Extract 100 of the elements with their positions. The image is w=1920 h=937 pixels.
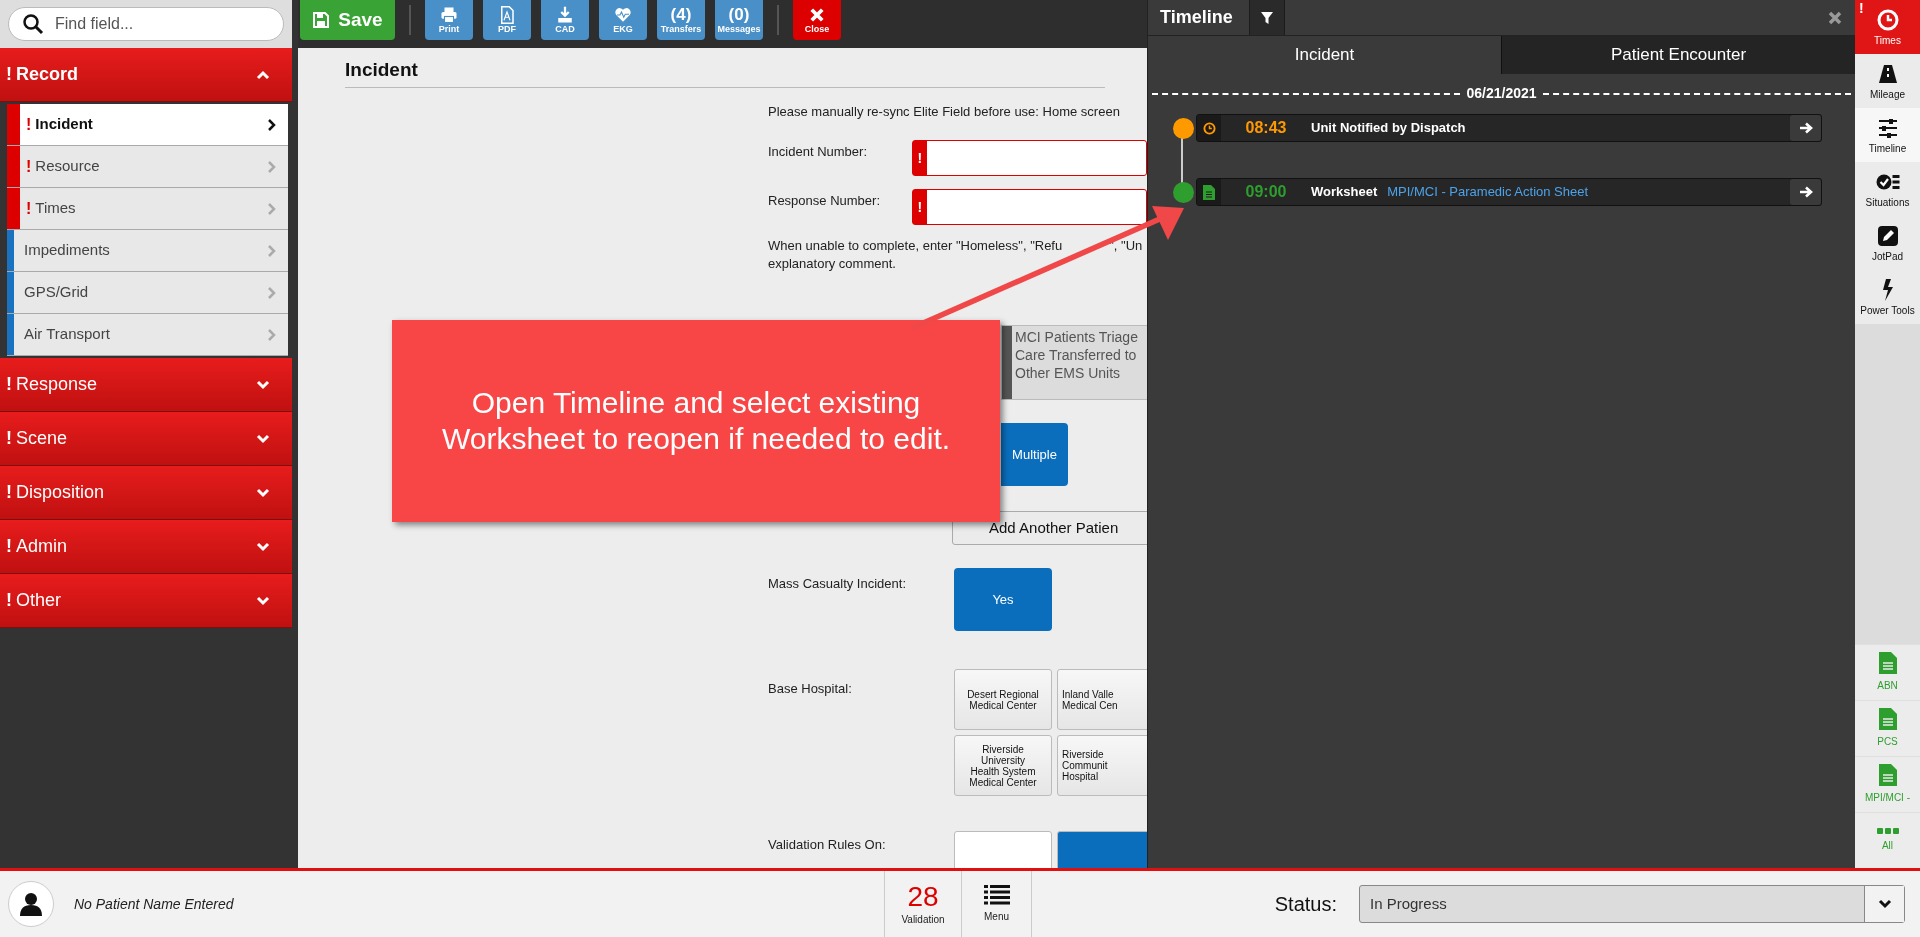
- section-header[interactable]: ! Admin: [0, 520, 292, 574]
- document-label: ABN: [1877, 679, 1898, 693]
- status-label: Status:: [1274, 892, 1337, 917]
- document-label: All: [1881, 839, 1894, 853]
- section-label: Disposition: [16, 481, 105, 504]
- button-label: EKG: [613, 23, 633, 35]
- status-dropdown[interactable]: In Progress: [1359, 885, 1905, 923]
- tool-label: Timeline: [1868, 143, 1907, 154]
- alert-mark: !: [1859, 1, 1864, 15]
- alert-mark: !: [26, 114, 32, 135]
- tool-button[interactable]: Power Tools: [1855, 270, 1920, 324]
- nav-item[interactable]: ! Incident: [7, 104, 288, 146]
- menu-button[interactable]: Menu: [962, 871, 1032, 937]
- text-field[interactable]: !: [911, 140, 1147, 176]
- option-button[interactable]: MCI Patients Triage Care Transferred to Other EMS Units: [1001, 325, 1147, 400]
- tool-button[interactable]: Mileage: [1855, 54, 1920, 108]
- nav-label: GPS/Grid: [24, 282, 90, 303]
- hint-text: When unable to complete, enter "Homeless", "Refu: [768, 237, 1063, 255]
- nav-label: Air Transport: [24, 324, 111, 345]
- text-field[interactable]: !: [911, 189, 1147, 225]
- entry-label: Unit Notified by Dispatch: [1311, 119, 1466, 138]
- nav-item[interactable]: GPS/Grid: [7, 272, 288, 314]
- button-label: Print: [438, 23, 460, 35]
- menu-label: Menu: [984, 909, 1009, 924]
- section-header[interactable]: ! Response: [0, 358, 292, 412]
- alert-mark: !: [6, 427, 12, 450]
- save-button[interactable]: Save: [300, 0, 395, 40]
- tab[interactable]: Patient Encounter: [1501, 36, 1855, 74]
- validation-label: Validation: [901, 912, 945, 927]
- button-label: PDF: [498, 23, 516, 35]
- section-label: Other: [16, 589, 62, 612]
- toolbar-button[interactable]: Close: [793, 0, 841, 40]
- field-label: Mass Casualty Incident:: [768, 575, 907, 593]
- tool-button[interactable]: Situations: [1855, 162, 1920, 216]
- tool-button[interactable]: Timeline: [1855, 108, 1920, 162]
- field-label: Validation Rules On:: [768, 836, 887, 854]
- section-header[interactable]: ! Scene: [0, 412, 292, 466]
- section-label: Record: [16, 63, 78, 86]
- section-label: Admin: [16, 535, 68, 558]
- document-button[interactable]: MPI/MCI -: [1855, 756, 1920, 812]
- button-label: Messages: [717, 23, 761, 35]
- toolbar-button[interactable]: Print: [425, 0, 473, 40]
- validation-button[interactable]: 28 Validation: [884, 871, 962, 937]
- notice-text: Please manually re-sync Elite Field before use: Home screen: [768, 102, 1121, 121]
- tool-button[interactable]: JotPad: [1855, 216, 1920, 270]
- toolbar-button[interactable]: EKG: [599, 0, 647, 40]
- nav-label: Times: [35, 198, 77, 219]
- alert-mark: !: [26, 156, 32, 177]
- nav-label: Resource: [35, 156, 101, 177]
- tool-button[interactable]: ! Times: [1855, 0, 1920, 54]
- multiple-button[interactable]: Multiple: [1001, 423, 1068, 486]
- callout: Open Timeline and select existing Worksheet to reopen if needed to edit.: [392, 320, 1000, 522]
- section-header[interactable]: ! Other: [0, 574, 292, 628]
- nav-item[interactable]: ! Resource: [7, 146, 288, 188]
- tool-label: JotPad: [1871, 251, 1904, 262]
- document-button[interactable]: PCS: [1855, 700, 1920, 756]
- tab[interactable]: Incident: [1148, 36, 1501, 74]
- time-label: 09:00: [1244, 182, 1288, 202]
- count-label: (4): [670, 5, 692, 24]
- nav-item[interactable]: ! Times: [7, 188, 288, 230]
- button-label: Transfers: [660, 23, 702, 35]
- alert-mark: !: [6, 373, 12, 396]
- alert-mark: !: [26, 198, 32, 219]
- nav-item[interactable]: Impediments: [7, 230, 288, 272]
- tool-label: Situations: [1865, 197, 1910, 208]
- toolbar-button[interactable]: CAD: [541, 0, 589, 40]
- tool-label: Mileage: [1870, 89, 1905, 100]
- search-field[interactable]: Find field...: [8, 7, 284, 41]
- option-button[interactable]: Riverside University Health System Medical Center: [954, 735, 1052, 796]
- hint-text: explanatory comment.: [768, 255, 896, 273]
- field-label: Response Number:: [768, 192, 881, 210]
- button-label: CAD: [555, 23, 575, 35]
- worksheet-link[interactable]: MPI/MCI - Paramedic Action Sheet: [1387, 182, 1589, 202]
- date-label: 06/21/2021: [1466, 84, 1537, 103]
- toolbar-button[interactable]: (0) Messages: [715, 0, 763, 40]
- section-header[interactable]: ! Record: [0, 48, 292, 102]
- alert-mark: !: [6, 589, 12, 612]
- count-label: (0): [728, 5, 750, 24]
- nav-item[interactable]: Air Transport: [7, 314, 288, 356]
- validation-count: 28: [907, 881, 939, 912]
- option-button[interactable]: Riverside Communit Hospital: [1057, 735, 1147, 796]
- alert-mark: !: [6, 535, 12, 558]
- alert-mark: !: [6, 63, 12, 86]
- section-header[interactable]: ! Disposition: [0, 466, 292, 520]
- time-label: 08:43: [1244, 118, 1288, 138]
- tool-label: Power Tools: [1860, 305, 1915, 316]
- section-label: Response: [16, 373, 98, 396]
- toolbar-button[interactable]: (4) Transfers: [657, 0, 705, 40]
- option-button[interactable]: Yes: [954, 568, 1052, 631]
- document-button[interactable]: ABN: [1855, 644, 1920, 700]
- option-button[interactable]: Desert Regional Medical Center: [954, 669, 1052, 730]
- button-label: Close: [804, 23, 830, 35]
- option-button[interactable]: Inland Valle Medical Cen: [1057, 669, 1147, 730]
- document-button[interactable]: All: [1855, 812, 1920, 868]
- add-patient-button[interactable]: Add Another Patien: [952, 511, 1147, 545]
- nav-label: Incident: [35, 114, 94, 135]
- tool-label: Times: [1874, 35, 1901, 46]
- toolbar-button[interactable]: PDF: [483, 0, 531, 40]
- alert-mark: !: [6, 481, 12, 504]
- required-mark: !: [917, 148, 923, 168]
